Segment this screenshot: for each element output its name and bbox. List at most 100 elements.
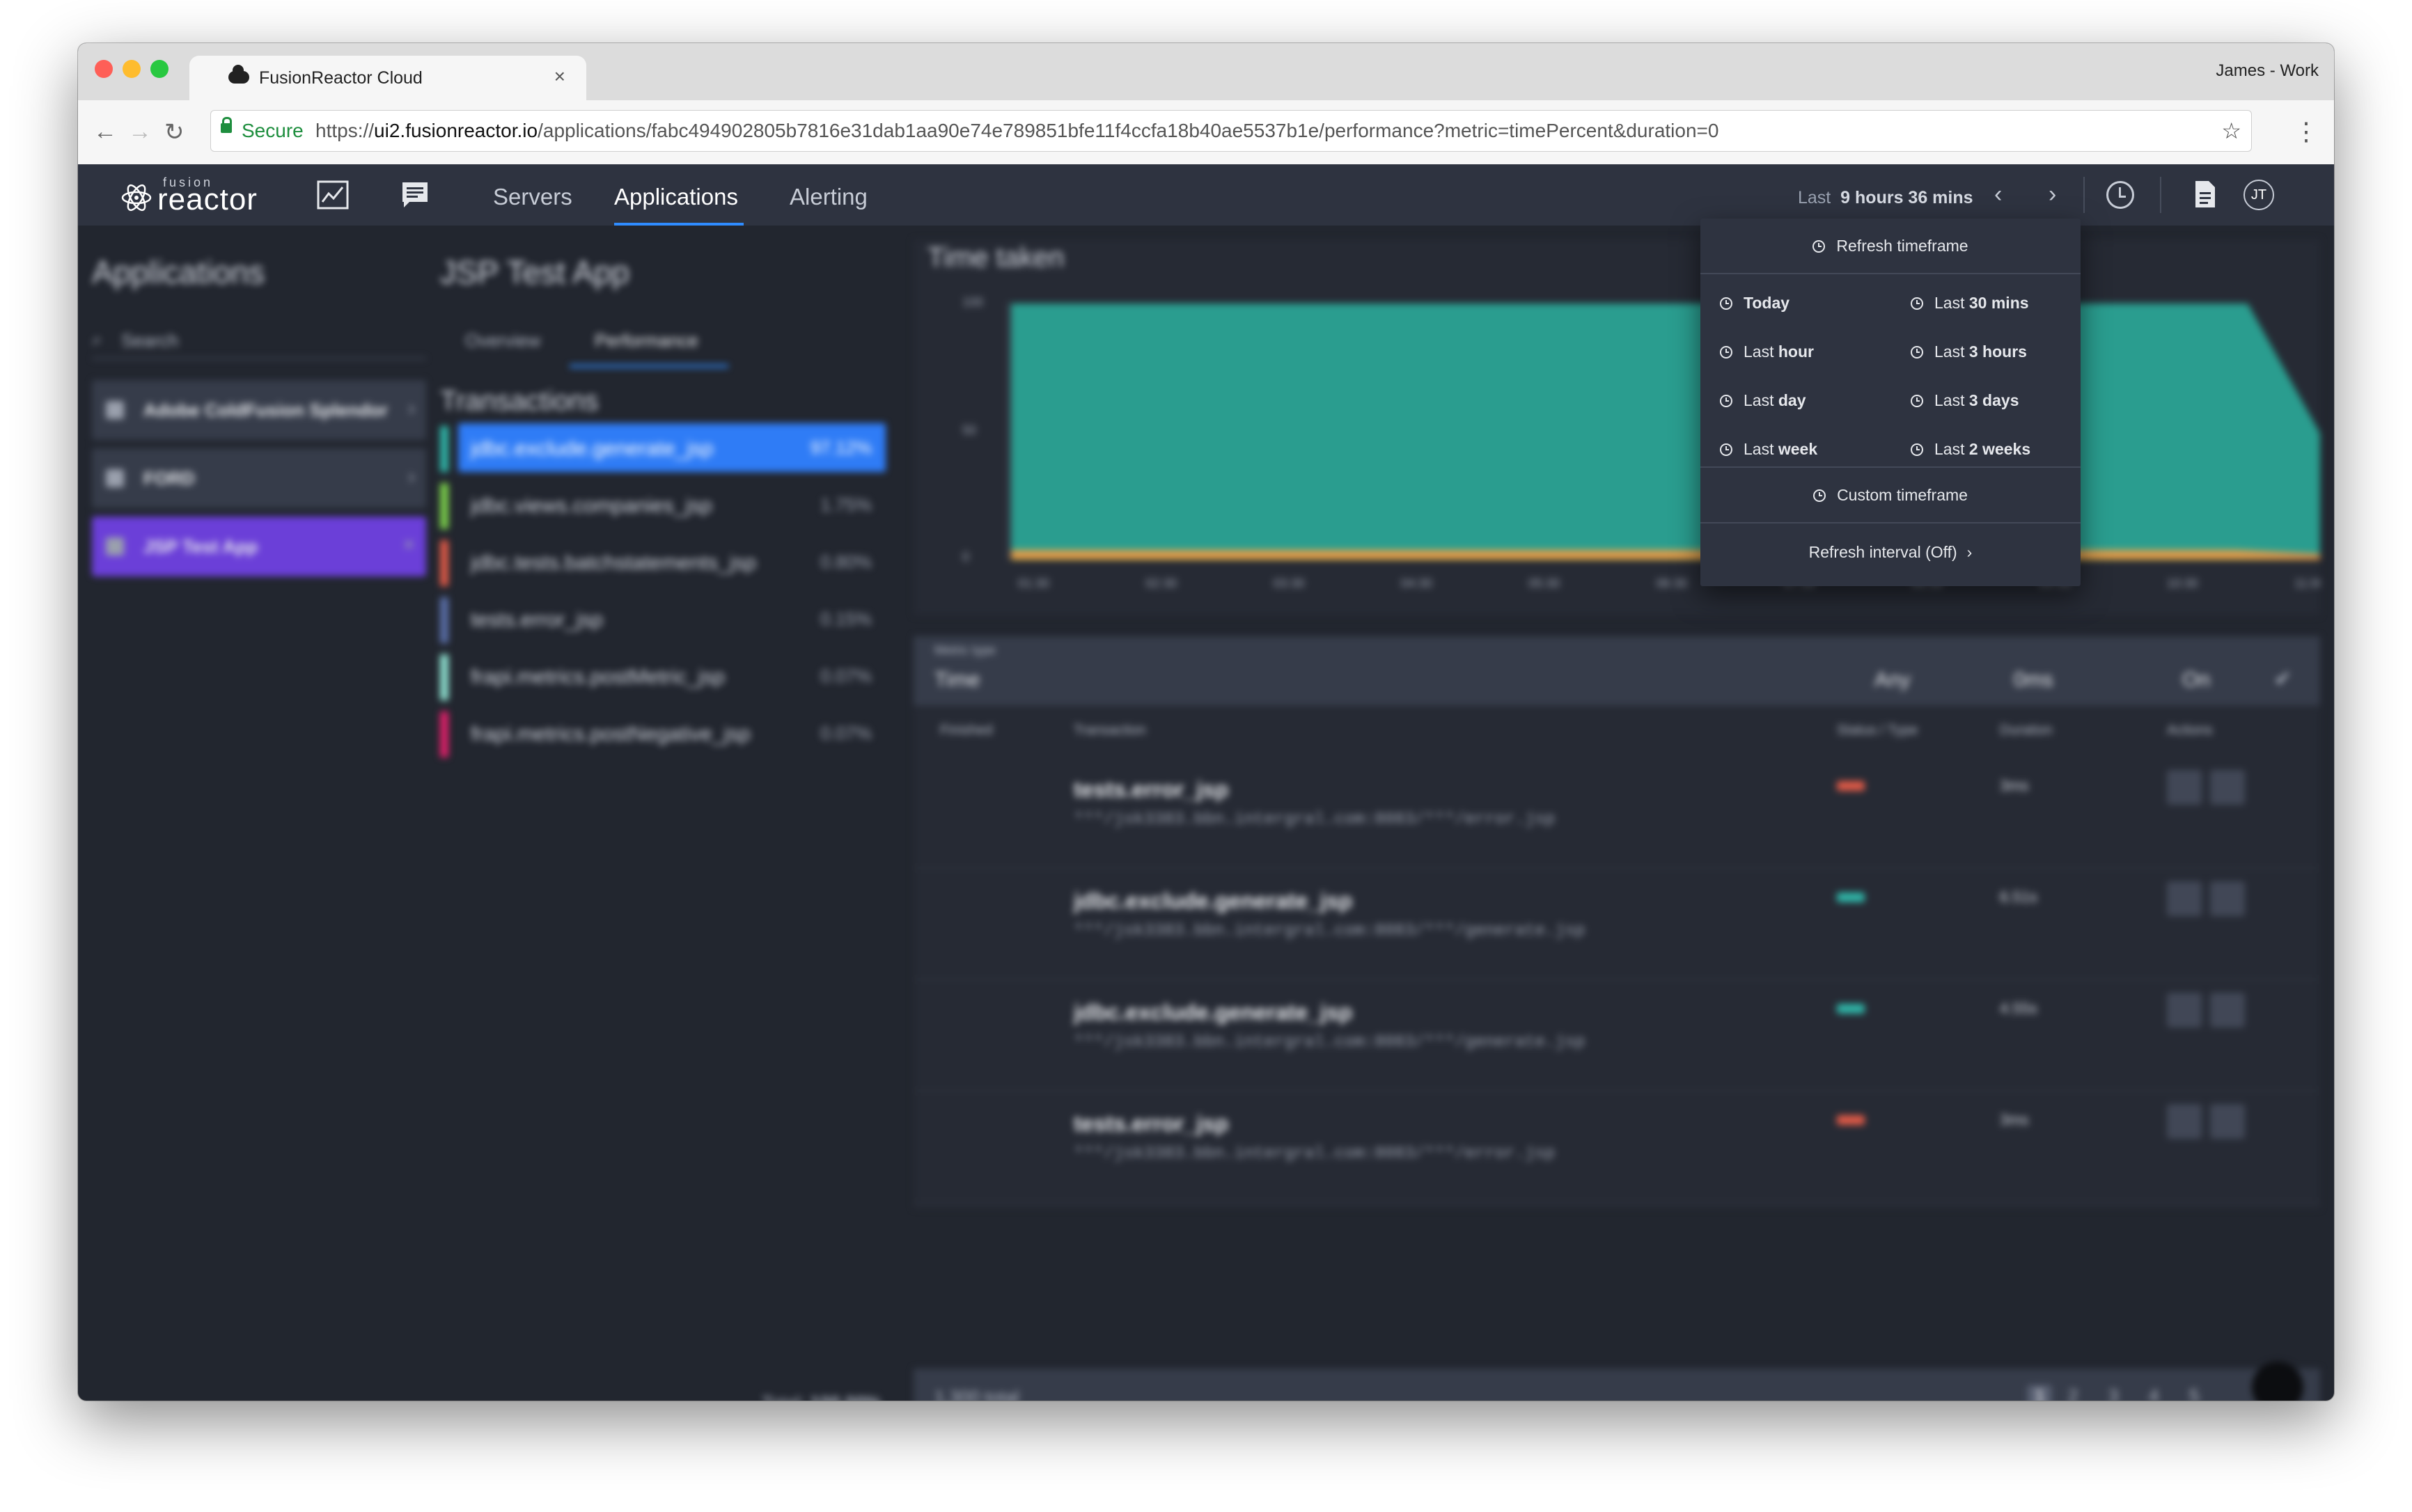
table-row[interactable]: jdbc.exclude.generate_jsp ***/jsk3383.bbn… bbox=[914, 867, 2320, 980]
transaction-label: tests.error_jsp bbox=[471, 608, 604, 631]
sidebar-item-jsp-test-app[interactable]: JSP Test App × bbox=[92, 517, 426, 576]
timeframe-option[interactable]: Last 3 hours bbox=[1911, 342, 2027, 361]
fusionreactor-logo[interactable]: fusion reactor bbox=[120, 173, 273, 217]
transaction-row[interactable]: jdbc.tests.batchstatements_jsp 0.80% bbox=[440, 535, 886, 589]
timeframe-option-prefix: Last bbox=[1744, 440, 1778, 458]
timeframe-option[interactable]: Today bbox=[1720, 294, 1790, 313]
chat-bubble-icon[interactable] bbox=[2252, 1362, 2303, 1401]
logo-reactor-text: reactor bbox=[157, 182, 258, 216]
transaction-label: jdbc.views.companies_jsp bbox=[471, 494, 712, 517]
sidebar-item-ford[interactable]: FORD › bbox=[92, 448, 426, 508]
page-button[interactable]: 1 bbox=[2028, 1385, 2052, 1401]
profile-name[interactable]: James - Work bbox=[2216, 61, 2319, 81]
timeframe-option[interactable]: Last 2 weeks bbox=[1911, 440, 2030, 459]
row-action-button[interactable] bbox=[2210, 770, 2245, 805]
bookmark-star-icon[interactable]: ☆ bbox=[2221, 111, 2241, 151]
timeframe-option[interactable]: Last 3 days bbox=[1911, 391, 2019, 410]
row-action-button[interactable] bbox=[2167, 1104, 2202, 1139]
back-icon[interactable]: ← bbox=[93, 118, 117, 145]
app-icon bbox=[106, 469, 124, 487]
row-action-button[interactable] bbox=[2210, 1104, 2245, 1139]
timerange-next-icon[interactable]: › bbox=[2049, 181, 2056, 208]
transaction-row[interactable]: jdbc.exclude.generate_jsp 97.12% bbox=[440, 420, 886, 475]
timeframe-option[interactable]: Last week bbox=[1720, 440, 1817, 459]
url-text: https://ui2.fusionreactor.io/application… bbox=[315, 111, 1718, 151]
timerange-label[interactable]: Last 9 hours 36 mins bbox=[1798, 188, 1973, 208]
timeframe-option-value: week bbox=[1778, 440, 1818, 458]
table-row[interactable]: tests.error_jsp ***/jsk3383.bbn.intergral… bbox=[914, 756, 2320, 869]
timeframe-option-prefix: Last bbox=[1744, 391, 1778, 409]
page-button[interactable]: 5 bbox=[2189, 1385, 2199, 1401]
row-action-button[interactable] bbox=[2210, 993, 2245, 1027]
nav-alerting[interactable]: Alerting bbox=[790, 184, 868, 210]
total-label: Total: bbox=[762, 1392, 805, 1401]
table-header-cell: Duration bbox=[2000, 723, 2053, 738]
transaction-row[interactable]: tests.error_jsp 0.15% bbox=[440, 592, 886, 646]
tab-active-underline bbox=[570, 365, 728, 368]
chevron-right-icon: › bbox=[408, 465, 415, 488]
row-action-button[interactable] bbox=[2210, 881, 2245, 916]
page-button[interactable]: 4 bbox=[2149, 1385, 2159, 1401]
reload-icon[interactable]: ↻ bbox=[164, 118, 185, 146]
transaction-row[interactable]: frapi.metrics.postNegative_jsp 0.07% bbox=[440, 706, 886, 760]
refresh-interval-button[interactable]: Refresh interval (Off) › bbox=[1700, 543, 2081, 562]
nav-applications[interactable]: Applications bbox=[614, 184, 738, 210]
nav-servers[interactable]: Servers bbox=[493, 184, 572, 210]
maximize-window-button[interactable] bbox=[150, 60, 169, 78]
tab-overview[interactable]: Overview bbox=[465, 330, 540, 352]
browser-menu-icon[interactable]: ⋮ bbox=[2294, 117, 2319, 146]
app-title: JSP Test App bbox=[440, 254, 629, 290]
chevron-right-icon: › bbox=[408, 397, 415, 420]
status-badge bbox=[1837, 1115, 1865, 1125]
filter-metric-value[interactable]: Time bbox=[934, 668, 980, 692]
search-icon: ⌕ bbox=[92, 329, 102, 349]
transaction-row[interactable]: jdbc.views.companies_jsp 1.75% bbox=[440, 478, 886, 532]
row-action-button[interactable] bbox=[2167, 770, 2202, 805]
clock-icon[interactable] bbox=[2106, 181, 2134, 209]
graph-icon[interactable] bbox=[316, 180, 350, 210]
filter-duration-value[interactable]: 0ms bbox=[2014, 668, 2053, 692]
custom-timeframe-button[interactable]: Custom timeframe bbox=[1700, 486, 2081, 505]
timeframe-option-prefix: Last bbox=[1934, 294, 1969, 312]
row-transaction-name: tests.error_jsp bbox=[1074, 1111, 1229, 1136]
search-underline bbox=[92, 358, 426, 359]
filter-smart-value[interactable]: On bbox=[2182, 668, 2210, 692]
filter-status-value[interactable]: Any bbox=[1874, 668, 1911, 692]
tab-title: FusionReactor Cloud bbox=[259, 68, 423, 88]
table-row[interactable]: jdbc.exclude.generate_jsp ***/jsk3383.bbn… bbox=[914, 979, 2320, 1092]
messages-icon[interactable] bbox=[398, 180, 432, 210]
row-transaction-url: ***/jsk3383.bbn.intergral.com:8083/***/e… bbox=[1074, 810, 1556, 829]
minimize-window-button[interactable] bbox=[123, 60, 141, 78]
row-transaction-name: jdbc.exclude.generate_jsp bbox=[1074, 1000, 1353, 1025]
timeframe-option[interactable]: Last 30 mins bbox=[1911, 294, 2029, 313]
transaction-row[interactable]: frapi.metrics.postMetric_jsp 0.07% bbox=[440, 649, 886, 703]
secure-label: Secure bbox=[242, 120, 304, 141]
sidebar-item-adobe[interactable]: Adobe ColdFusion Splendor › bbox=[92, 380, 426, 440]
page-button[interactable]: 2 bbox=[2068, 1385, 2078, 1401]
refresh-timeframe-button[interactable]: Refresh timeframe bbox=[1700, 237, 2081, 255]
timeframe-option[interactable]: Last hour bbox=[1720, 342, 1814, 361]
tab-close-icon[interactable]: × bbox=[554, 65, 565, 88]
address-bar-row: ← → ↻ Secure https://ui2.fusionreactor.i… bbox=[78, 100, 2334, 165]
check-icon[interactable]: ✔ bbox=[2274, 667, 2292, 691]
timeframe-option[interactable]: Last day bbox=[1720, 391, 1806, 410]
clock-icon bbox=[1720, 395, 1732, 407]
browser-tab[interactable]: FusionReactor Cloud × bbox=[189, 56, 586, 100]
timerange-previous-icon[interactable]: ‹ bbox=[1994, 181, 2002, 208]
row-action-button[interactable] bbox=[2167, 881, 2202, 916]
user-avatar[interactable]: JT bbox=[2243, 180, 2274, 210]
transactions-total: Total: 100.00% bbox=[762, 1392, 882, 1401]
row-duration: 3ms bbox=[2000, 1111, 2029, 1128]
forward-icon[interactable]: → bbox=[128, 118, 152, 145]
timeframe-dropdown: Refresh timeframe Today Last 30 mins Last … bbox=[1700, 219, 2081, 586]
url-field[interactable]: Secure https://ui2.fusionreactor.io/appl… bbox=[210, 110, 2252, 152]
x-tick-label: 01:30 bbox=[1018, 576, 1049, 590]
sidebar-search-input[interactable]: Search bbox=[121, 330, 178, 352]
tab-performance[interactable]: Performance bbox=[595, 330, 698, 352]
page-button[interactable]: 3 bbox=[2108, 1385, 2118, 1401]
table-row[interactable]: tests.error_jsp ***/jsk3383.bbn.intergral… bbox=[914, 1090, 2320, 1203]
row-action-button[interactable] bbox=[2167, 993, 2202, 1027]
cloud-icon bbox=[228, 65, 249, 84]
close-window-button[interactable] bbox=[95, 60, 113, 78]
document-icon[interactable] bbox=[2193, 180, 2217, 209]
